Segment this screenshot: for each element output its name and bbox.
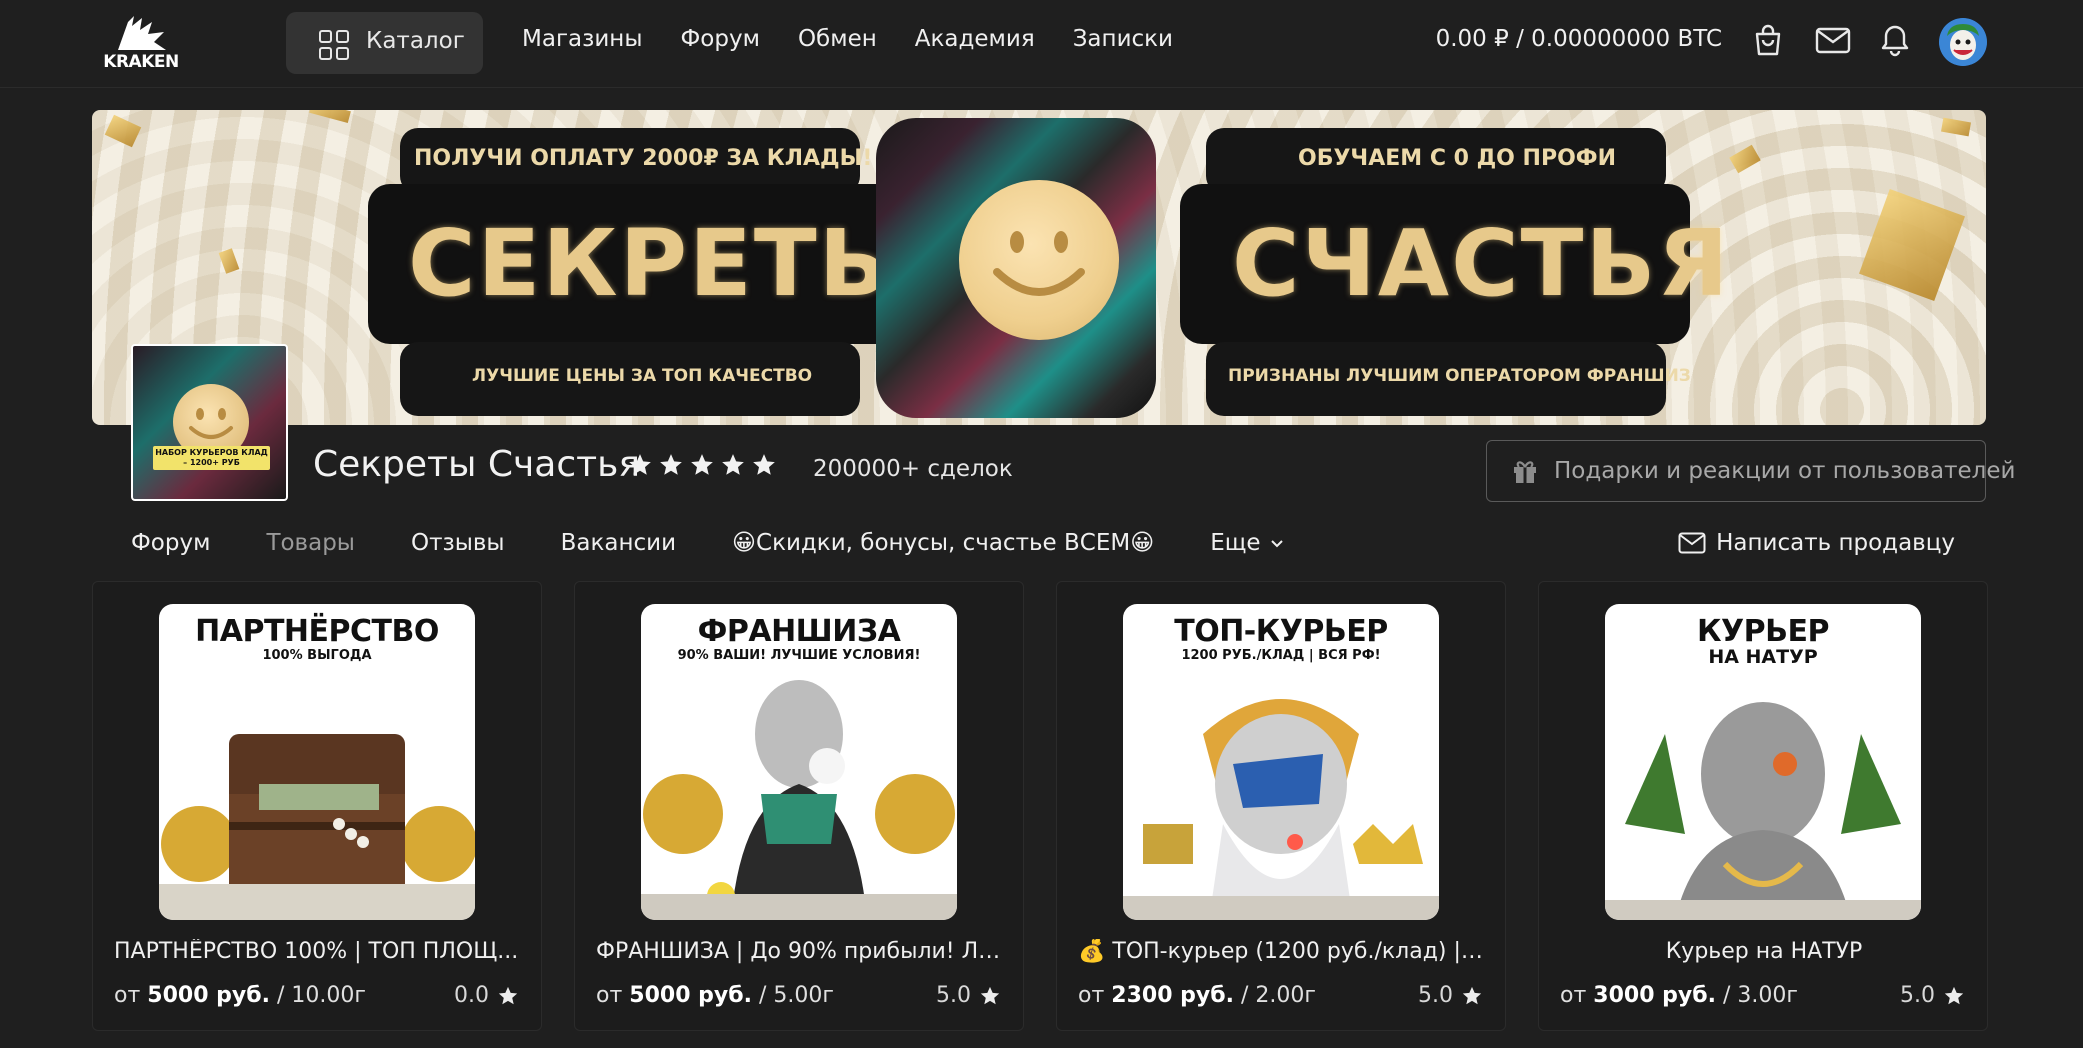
shopping-bag-icon[interactable] [1750, 22, 1786, 58]
tab-discounts[interactable]: 😀Скидки, бонусы, счастье ВСЕМ😀 [732, 530, 1154, 556]
product-card[interactable]: КУРЬЕР НА НАТУР Курьер на НАТУР от 3000 … [1538, 581, 1988, 1031]
product-price: от 2300 руб. / 2.00г [1078, 983, 1316, 1008]
product-rating: 5.0 [936, 983, 1001, 1008]
joker-avatar-icon [1939, 18, 1987, 66]
catalog-button[interactable]: Каталог [286, 12, 483, 74]
star-icon [629, 454, 651, 475]
nav-shops[interactable]: Магазины [522, 26, 643, 52]
top-header: KRAKEN Каталог Магазины Форум Обмен Акад… [0, 0, 2083, 88]
tab-vacancies[interactable]: Вакансии [561, 530, 676, 556]
user-avatar[interactable] [1939, 18, 1987, 66]
main-nav: Магазины Форум Обмен Академия Записки [522, 26, 1173, 52]
product-rating: 5.0 [1900, 983, 1965, 1008]
smiley-icon [993, 231, 1085, 296]
chevron-down-icon [1270, 540, 1283, 548]
kraken-logo[interactable]: KRAKEN [98, 12, 184, 74]
mail-icon[interactable] [1814, 22, 1852, 58]
bearded-statue-image [1123, 699, 1439, 920]
star-icon [753, 454, 775, 475]
star-icon [980, 986, 1000, 1004]
product-image: КУРЬЕР НА НАТУР [1605, 604, 1921, 920]
product-image: ФРАНШИЗА 90% ВАШИ! ЛУЧШИЕ УСЛОВИЯ! [641, 604, 957, 920]
nav-notes[interactable]: Записки [1073, 26, 1173, 52]
banner-big-right-text: СЧАСТЬЯ [1232, 210, 1731, 317]
thumbnail-label: НАБОР КУРЬЕРОВ КЛАД – 1200+ РУБ [153, 446, 270, 470]
shop-tabs: Форум Товары Отзывы Вакансии 😀Скидки, бо… [131, 530, 1285, 556]
product-image-title: ТОП-КУРЬЕР [1174, 614, 1388, 649]
statue-image [641, 680, 957, 920]
product-title[interactable]: ПАРТНЁРСТВО 100% | ТОП ПЛОЩ... [114, 939, 524, 964]
banner-bottom-right-text: ПРИЗНАНЫ ЛУЧШИМ ОПЕРАТОРОМ ФРАНШИЗ [1228, 366, 1691, 386]
banner-top-right-text: ОБУЧАЕМ С 0 ДО ПРОФИ [1298, 146, 1617, 171]
product-image: ТОП-КУРЬЕР 1200 РУБ./КЛАД | ВСЯ РФ! [1123, 604, 1439, 920]
product-price: от 3000 руб. / 3.00г [1560, 983, 1798, 1008]
catalog-label: Каталог [366, 28, 465, 54]
deals-count: 200000+ сделок [813, 456, 1013, 482]
product-rating: 0.0 [454, 983, 519, 1008]
product-image-subtitle: 1200 РУБ./КЛАД | ВСЯ РФ! [1181, 648, 1381, 663]
tab-more-dropdown[interactable]: Еще [1210, 530, 1284, 556]
product-rating: 5.0 [1418, 983, 1483, 1008]
product-card[interactable]: ПАРТНЁРСТВО 100% ВЫГОДА ПАРТНЁРСТВО 100%… [92, 581, 542, 1031]
banner-big-left-text: СЕКРЕТЫ [408, 210, 916, 317]
product-image-title: ПАРТНЁРСТВО [195, 614, 439, 649]
star-icon [660, 454, 682, 475]
grid-icon [319, 30, 349, 60]
smiley-pill-image [959, 180, 1119, 340]
product-card[interactable]: ТОП-КУРЬЕР 1200 РУБ./КЛАД | ВСЯ РФ! 💰 ТО… [1056, 581, 1506, 1031]
portrait-image [1605, 702, 1921, 920]
nav-academy[interactable]: Академия [915, 26, 1035, 52]
star-icon [1944, 986, 1964, 1004]
kraken-logo-icon [118, 16, 166, 50]
banner-top-left-text: ПОЛУЧИ ОПЛАТУ 2000₽ ЗА КЛАДЫ! [414, 146, 873, 171]
treasure-chest-image [159, 734, 475, 920]
shop-thumbnail[interactable]: НАБОР КУРЬЕРОВ КЛАД – 1200+ РУБ [131, 344, 288, 501]
product-grid: ПАРТНЁРСТВО 100% ВЫГОДА ПАРТНЁРСТВО 100%… [92, 581, 1988, 1031]
tab-products[interactable]: Товары [266, 530, 355, 556]
gifts-reactions-button[interactable]: Подарки и реакции от пользователей [1486, 440, 2015, 502]
shop-rating-stars [627, 452, 777, 478]
tab-reviews[interactable]: Отзывы [411, 530, 505, 556]
mail-icon [1678, 532, 1706, 554]
logo-text: KRAKEN [103, 52, 179, 72]
tab-forum[interactable]: Форум [131, 530, 210, 556]
star-icon [722, 454, 744, 475]
product-title[interactable]: Курьер на НАТУР [1539, 939, 1989, 964]
tab-more-label: Еще [1210, 530, 1261, 556]
product-price: от 5000 руб. / 10.00г [114, 983, 366, 1008]
gifts-label: Подарки и реакции от пользователей [1554, 458, 2016, 484]
product-image: ПАРТНЁРСТВО 100% ВЫГОДА [159, 604, 475, 920]
product-price: от 5000 руб. / 5.00г [596, 983, 834, 1008]
product-image-subtitle: 90% ВАШИ! ЛУЧШИЕ УСЛОВИЯ! [677, 648, 921, 663]
product-image-subtitle: НА НАТУР [1708, 646, 1818, 668]
balance-display: 0.00 ₽ / 0.00000000 BTC [1435, 26, 1722, 52]
write-seller-label: Написать продавцу [1716, 530, 1955, 556]
product-title[interactable]: 💰 ТОП-курьер (1200 руб./клад) | В... [1078, 939, 1488, 964]
gift-icon [1514, 461, 1536, 483]
product-card[interactable]: ФРАНШИЗА 90% ВАШИ! ЛУЧШИЕ УСЛОВИЯ! ФРАНШ… [574, 581, 1024, 1031]
product-image-subtitle: 100% ВЫГОДА [262, 648, 372, 663]
nav-exchange[interactable]: Обмен [798, 26, 877, 52]
shop-banner: ПОЛУЧИ ОПЛАТУ 2000₽ ЗА КЛАДЫ! СЕКРЕТЫ ЛУ… [92, 110, 1986, 425]
product-image-title: КУРЬЕР [1697, 614, 1830, 649]
product-image-title: ФРАНШИЗА [697, 614, 901, 649]
bell-icon[interactable] [1877, 22, 1913, 58]
shop-name: Секреты Счастья [313, 444, 640, 485]
banner-bottom-left-text: ЛУЧШИЕ ЦЕНЫ ЗА ТОП КАЧЕСТВО [472, 366, 813, 386]
write-seller-button[interactable]: Написать продавцу [1678, 530, 1955, 556]
product-title[interactable]: ФРАНШИЗА | До 90% прибыли! Лу... [596, 939, 1006, 964]
star-icon [1462, 986, 1482, 1004]
star-icon [498, 986, 518, 1004]
star-icon [691, 454, 713, 475]
nav-forum[interactable]: Форум [681, 26, 760, 52]
